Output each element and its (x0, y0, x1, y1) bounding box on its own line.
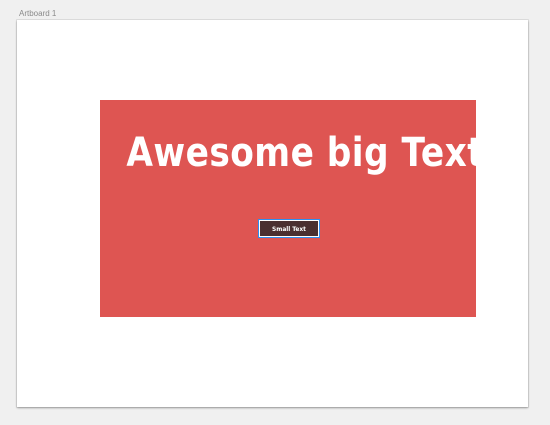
design-canvas: Artboard 1 Awesome big Text Small Text (0, 0, 550, 425)
artboard-label[interactable]: Artboard 1 (19, 9, 56, 19)
artboard[interactable]: Awesome big Text Small Text (17, 20, 528, 407)
hero-rectangle[interactable]: Awesome big Text Small Text (100, 100, 484, 317)
hero-title[interactable]: Awesome big Text (126, 131, 483, 175)
small-text-button[interactable]: Small Text (258, 219, 320, 238)
